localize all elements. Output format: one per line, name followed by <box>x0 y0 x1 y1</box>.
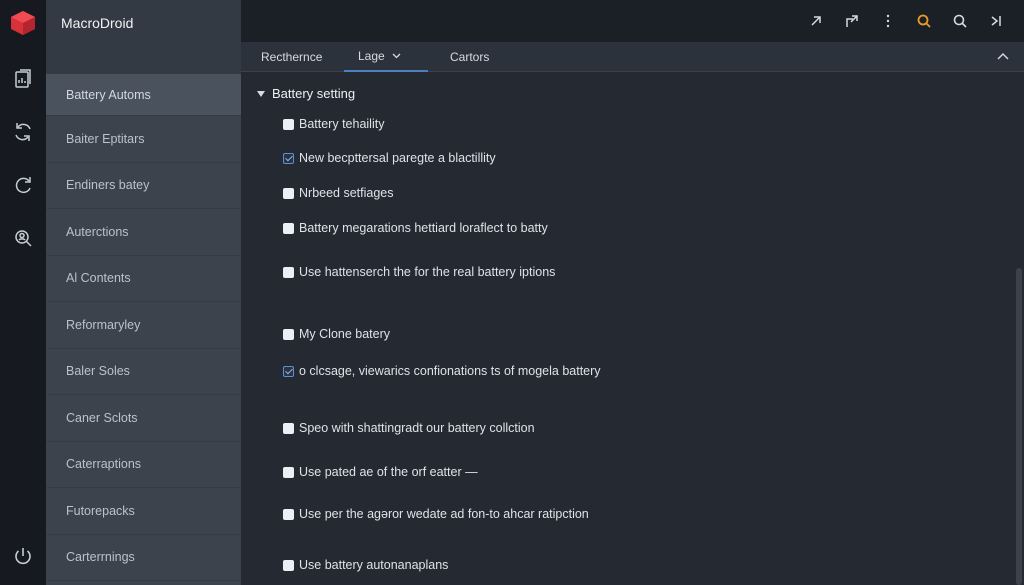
sidebar-item-label: Carterrnings <box>66 550 135 565</box>
checkbox[interactable] <box>283 187 294 199</box>
vertical-scrollbar[interactable] <box>1016 268 1022 585</box>
option-row[interactable]: New becpttersal paregte a blactillity <box>283 151 496 165</box>
sidebar-item-label: Battery Automs <box>66 87 151 102</box>
checkbox[interactable] <box>283 508 294 520</box>
checkbox[interactable] <box>283 466 294 478</box>
sidebar-item-label: Baler Soles <box>66 364 130 379</box>
option-row[interactable]: Speo with shattingradt our battery collc… <box>283 421 535 435</box>
section-header-battery-setting[interactable]: Battery setting <box>257 86 355 101</box>
sidebar-item-baiter-eptitars[interactable]: Baiter Eptitars <box>46 116 241 163</box>
checkbox[interactable] <box>283 422 294 434</box>
sidebar-item-label: Reformaryley <box>66 317 141 332</box>
arrow-up-right-icon[interactable] <box>798 3 834 39</box>
option-row[interactable]: Use battery autonanaplans <box>283 558 448 572</box>
option-row[interactable]: Use hattenserch the for the real battery… <box>283 265 555 279</box>
sidebar-item-auterctions[interactable]: Auterctions <box>46 209 241 256</box>
share-icon[interactable] <box>834 3 870 39</box>
sidebar-item-label: Auterctions <box>66 224 129 239</box>
checkbox[interactable] <box>283 266 294 278</box>
toolbar-actions <box>798 0 1014 42</box>
sidebar-item-endiners-batey[interactable]: Endiners batey <box>46 163 241 209</box>
option-label: Battery tehaility <box>299 117 385 131</box>
option-row[interactable]: Battery megarations hettiard loraflect t… <box>283 221 548 235</box>
tab-label: Cartors <box>450 50 490 64</box>
sidebar-spacer <box>46 46 241 74</box>
tab-label: Lage <box>358 49 385 63</box>
document-chart-icon[interactable] <box>0 59 46 99</box>
sidebar-item-carterrnings[interactable]: Carterrnings <box>46 535 241 581</box>
option-label: New becpttersal paregte a blactillity <box>299 151 496 165</box>
option-row[interactable]: Use pated ae of the orf eatter — <box>283 465 478 479</box>
tab-lage[interactable]: Lage <box>344 42 428 72</box>
settings-panel: Battery setting Battery tehaility New be… <box>241 72 1024 585</box>
sidebar-item-label: Caterraptions <box>66 457 142 472</box>
option-row[interactable]: Nrbeed setfiages <box>283 186 394 200</box>
sidebar-item-label: Baiter Eptitars <box>66 131 145 146</box>
power-icon[interactable] <box>0 539 46 573</box>
sidebar-item-al-contents[interactable]: Al Contents <box>46 256 241 302</box>
option-label: My Clone batery <box>299 327 391 341</box>
option-row[interactable]: Use per the agəror wedate ad fon-to ahca… <box>283 507 589 521</box>
sidebar-item-baler-soles[interactable]: Baler Soles <box>46 349 241 395</box>
sidebar-item-futorepacks[interactable]: Futorepacks <box>46 488 241 535</box>
sidebar-item-caterraptions[interactable]: Caterraptions <box>46 442 241 488</box>
option-row[interactable]: o clcsage, viewarics confionations ts of… <box>283 364 601 378</box>
sidebar-list: Battery Automs Baiter Eptitars Endiners … <box>46 74 241 581</box>
checkbox-checked[interactable] <box>283 152 294 164</box>
checkbox[interactable] <box>283 222 294 234</box>
tab-recthernce[interactable]: Recthernce <box>261 42 322 72</box>
option-label: Use per the agəror wedate ad fon-to ahca… <box>299 507 589 521</box>
option-label: Nrbeed setfiages <box>299 186 394 200</box>
more-vertical-icon[interactable] <box>870 3 906 39</box>
checkbox-checked[interactable] <box>283 365 294 377</box>
checkbox[interactable] <box>283 118 294 130</box>
sidebar-item-battery-automs[interactable]: Battery Automs <box>46 74 241 116</box>
option-label: Speo with shattingradt our battery collc… <box>299 421 535 435</box>
app-title: MacroDroid <box>46 0 241 46</box>
tab-cartors[interactable]: Cartors <box>450 42 489 72</box>
option-label: o clcsage, viewarics confionations ts of… <box>299 364 601 378</box>
caret-down-icon <box>257 90 265 97</box>
sidebar: MacroDroid Battery Automs Baiter Eptitar… <box>46 0 241 585</box>
collapse-icon[interactable] <box>978 3 1014 39</box>
sidebar-item-caner-sclots[interactable]: Caner Sclots <box>46 395 241 442</box>
option-row[interactable]: My Clone batery <box>283 327 390 341</box>
top-toolbar <box>241 0 1024 42</box>
search-highlight-icon[interactable] <box>906 3 942 39</box>
option-label: Use hattenserch the for the real battery… <box>299 265 556 279</box>
icon-rail <box>0 0 46 585</box>
chevron-up-icon[interactable] <box>996 50 1010 64</box>
option-label: Battery megarations hettiard loraflect t… <box>299 221 548 235</box>
sidebar-item-reformaryley[interactable]: Reformaryley <box>46 302 241 349</box>
sidebar-item-label: Endiners batey <box>66 178 150 193</box>
search-person-icon[interactable] <box>0 218 46 258</box>
sidebar-item-label: Caner Sclots <box>66 410 138 425</box>
sidebar-item-label: Al Contents <box>66 271 131 286</box>
option-label: Use pated ae of the orf eatter — <box>299 465 478 479</box>
sync-icon[interactable] <box>0 165 46 205</box>
option-label: Use battery autonanaplans <box>299 558 449 572</box>
chevron-down-icon <box>392 53 401 59</box>
sidebar-item-label: Futorepacks <box>66 503 135 518</box>
checkbox[interactable] <box>283 328 294 340</box>
app-logo-icon[interactable] <box>0 0 46 46</box>
tab-label: Recthernce <box>261 50 323 64</box>
search-icon[interactable] <box>942 3 978 39</box>
tab-bar: Recthernce Lage Cartors <box>241 42 1024 72</box>
option-row[interactable]: Battery tehaility <box>283 117 384 131</box>
section-title: Battery setting <box>272 86 356 101</box>
checkbox[interactable] <box>283 559 294 571</box>
refresh-loop-icon[interactable] <box>0 112 46 152</box>
